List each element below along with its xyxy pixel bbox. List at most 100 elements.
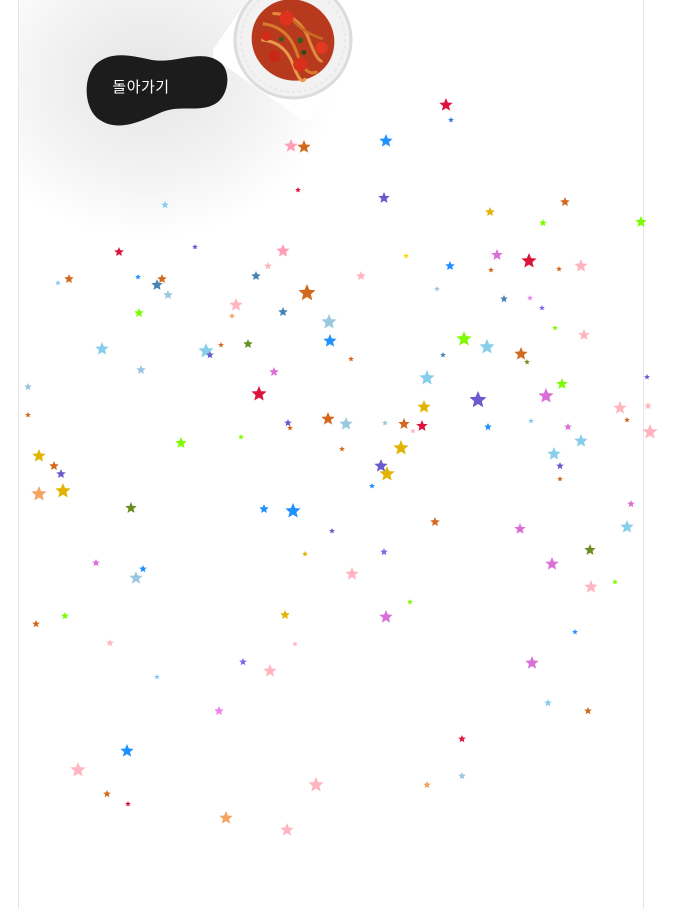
star-icon xyxy=(458,735,466,743)
star-icon xyxy=(239,658,247,666)
star-icon xyxy=(106,639,114,647)
star-icon xyxy=(644,402,652,410)
star-icon xyxy=(32,449,46,462)
star-icon xyxy=(161,201,169,209)
star-icon xyxy=(323,334,337,347)
star-icon xyxy=(627,500,635,508)
star-icon xyxy=(263,664,277,677)
star-icon xyxy=(297,140,311,153)
star-icon xyxy=(578,329,590,340)
star-icon xyxy=(284,139,298,152)
star-icon xyxy=(278,307,288,317)
star-icon xyxy=(469,391,487,408)
star-icon xyxy=(287,425,293,431)
star-icon xyxy=(382,420,388,426)
star-icon xyxy=(70,762,86,777)
star-icon xyxy=(380,548,388,556)
star-icon xyxy=(154,674,160,680)
star-icon xyxy=(545,557,559,570)
star-icon xyxy=(125,801,131,807)
star-icon xyxy=(613,401,627,414)
star-icon xyxy=(280,823,294,836)
star-icon xyxy=(612,579,618,585)
star-icon xyxy=(560,197,570,207)
star-icon xyxy=(280,610,290,620)
star-icon xyxy=(135,274,141,280)
star-icon xyxy=(539,305,545,311)
star-icon xyxy=(125,502,137,513)
star-icon xyxy=(644,374,650,380)
star-icon xyxy=(264,262,272,270)
star-icon xyxy=(31,486,47,501)
star-icon xyxy=(229,298,243,311)
star-icon xyxy=(434,286,440,292)
star-icon xyxy=(243,339,253,349)
star-icon xyxy=(339,446,345,452)
star-icon xyxy=(259,504,269,514)
star-icon xyxy=(64,274,74,284)
star-icon xyxy=(557,476,563,482)
star-icon xyxy=(620,520,634,533)
star-icon xyxy=(95,342,109,355)
star-icon xyxy=(285,503,301,518)
star-icon xyxy=(25,412,31,418)
star-icon xyxy=(528,418,534,424)
star-icon xyxy=(298,284,316,301)
star-icon xyxy=(456,331,472,346)
star-icon xyxy=(163,290,173,300)
star-icon xyxy=(56,469,66,479)
star-icon xyxy=(547,447,561,460)
star-icon xyxy=(642,424,658,439)
star-icon xyxy=(61,612,69,620)
star-icon xyxy=(219,811,233,824)
star-icon xyxy=(157,274,167,284)
star-icon xyxy=(521,253,537,268)
star-icon xyxy=(129,571,143,584)
star-icon xyxy=(574,434,588,447)
star-icon xyxy=(448,117,454,123)
star-icon xyxy=(635,216,647,227)
star-icon xyxy=(295,187,301,193)
star-icon xyxy=(417,400,431,413)
star-icon xyxy=(423,781,431,789)
star-icon xyxy=(556,378,568,389)
star-icon xyxy=(114,247,124,257)
star-icon xyxy=(269,367,279,377)
star-icon xyxy=(484,423,492,431)
star-icon xyxy=(584,544,596,555)
star-icon xyxy=(379,134,393,147)
star-icon xyxy=(379,610,393,623)
star-icon xyxy=(229,313,235,319)
star-icon xyxy=(539,219,547,227)
star-icon xyxy=(378,192,390,203)
star-icon xyxy=(430,517,440,527)
star-icon xyxy=(527,295,533,301)
star-icon xyxy=(308,777,324,792)
star-icon xyxy=(339,417,353,430)
star-icon xyxy=(419,370,435,385)
star-icon xyxy=(192,244,198,250)
star-icon xyxy=(348,356,354,362)
star-icon xyxy=(55,280,61,286)
star-icon xyxy=(321,412,335,425)
star-icon xyxy=(479,339,495,354)
star-icon xyxy=(356,271,366,281)
star-icon xyxy=(345,567,359,580)
star-icon xyxy=(302,551,308,557)
star-icon xyxy=(538,388,554,403)
star-icon xyxy=(458,772,466,780)
star-icon xyxy=(398,418,410,429)
star-icon xyxy=(403,253,409,259)
star-icon xyxy=(440,352,446,358)
star-icon xyxy=(488,267,494,273)
star-icon xyxy=(485,207,495,217)
star-icon xyxy=(32,620,40,628)
star-icon xyxy=(416,420,428,431)
star-icon xyxy=(139,565,147,573)
star-icon xyxy=(544,699,552,707)
star-icon xyxy=(445,261,455,271)
star-icon xyxy=(103,790,111,798)
star-icon xyxy=(514,523,526,534)
star-icon xyxy=(491,249,503,260)
star-icon xyxy=(524,359,530,365)
